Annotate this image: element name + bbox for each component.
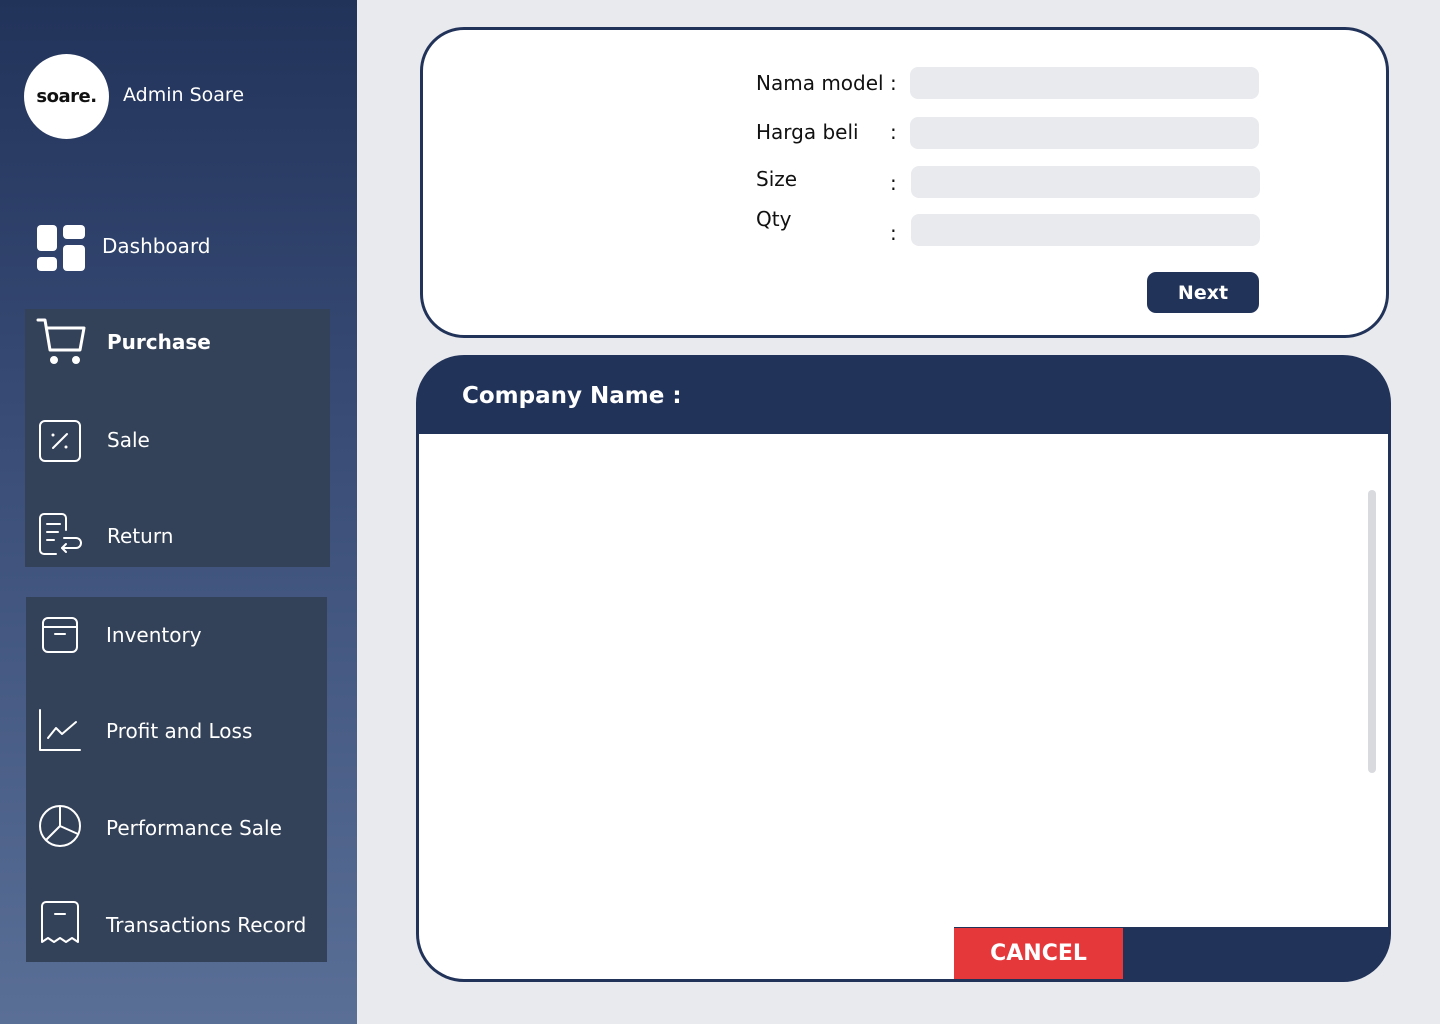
- dashboard-icon: [36, 222, 86, 272]
- pie-chart-icon: [38, 804, 82, 848]
- sidebar-item-sale[interactable]: Sale: [0, 412, 330, 468]
- sidebar-item-label: Profit and Loss: [106, 719, 253, 743]
- admin-name: Admin Soare: [123, 84, 245, 106]
- field-label-qty: Qty: [756, 207, 792, 231]
- sidebar-item-label: Return: [107, 524, 174, 548]
- next-button[interactable]: Next: [1147, 272, 1259, 313]
- field-colon: :: [890, 71, 897, 95]
- field-label-harga-beli: Harga beli: [756, 120, 859, 144]
- harga-beli-input[interactable]: [910, 117, 1259, 149]
- nama-model-input[interactable]: [910, 67, 1259, 99]
- company-footer-blank: [419, 927, 954, 979]
- field-colon: :: [890, 221, 897, 245]
- sidebar-item-label: Sale: [107, 428, 150, 452]
- sidebar: soare. Admin Soare Dashboard Purchase Sa…: [0, 0, 357, 1024]
- sidebar-item-purchase[interactable]: Purchase: [0, 314, 330, 370]
- field-label-nama-model: Nama model: [756, 71, 884, 95]
- sidebar-item-return[interactable]: Return: [0, 508, 330, 564]
- line-chart-icon: [38, 708, 82, 752]
- field-colon: :: [890, 171, 897, 195]
- sidebar-item-label: Dashboard: [102, 234, 211, 258]
- field-label-size: Size: [756, 167, 798, 191]
- field-colon: :: [890, 120, 897, 144]
- cancel-button[interactable]: CANCEL: [954, 928, 1123, 979]
- receipt-icon: [40, 900, 80, 946]
- sidebar-item-performance-sale[interactable]: Performance Sale: [0, 800, 327, 856]
- archive-icon: [41, 616, 79, 654]
- sidebar-item-transactions-record[interactable]: Transactions Record: [0, 897, 327, 953]
- qty-input[interactable]: [911, 214, 1260, 246]
- sidebar-item-label: Inventory: [106, 623, 202, 647]
- sidebar-item-label: Performance Sale: [106, 816, 282, 840]
- company-name-title: Company Name :: [462, 383, 682, 409]
- scrollbar[interactable]: [1368, 490, 1376, 773]
- company-content-area: [419, 434, 1388, 927]
- company-card: [416, 355, 1391, 982]
- percent-icon: [38, 419, 82, 463]
- sidebar-item-label: Transactions Record: [106, 913, 307, 937]
- sidebar-item-inventory[interactable]: Inventory: [0, 607, 327, 663]
- sidebar-item-label: Purchase: [107, 330, 211, 354]
- sidebar-item-dashboard[interactable]: Dashboard: [0, 220, 357, 276]
- size-input[interactable]: [911, 166, 1260, 198]
- return-icon: [38, 512, 84, 558]
- brand-logo: soare.: [24, 54, 109, 139]
- sidebar-item-profit-and-loss[interactable]: Profit and Loss: [0, 703, 327, 759]
- cart-icon: [36, 316, 86, 366]
